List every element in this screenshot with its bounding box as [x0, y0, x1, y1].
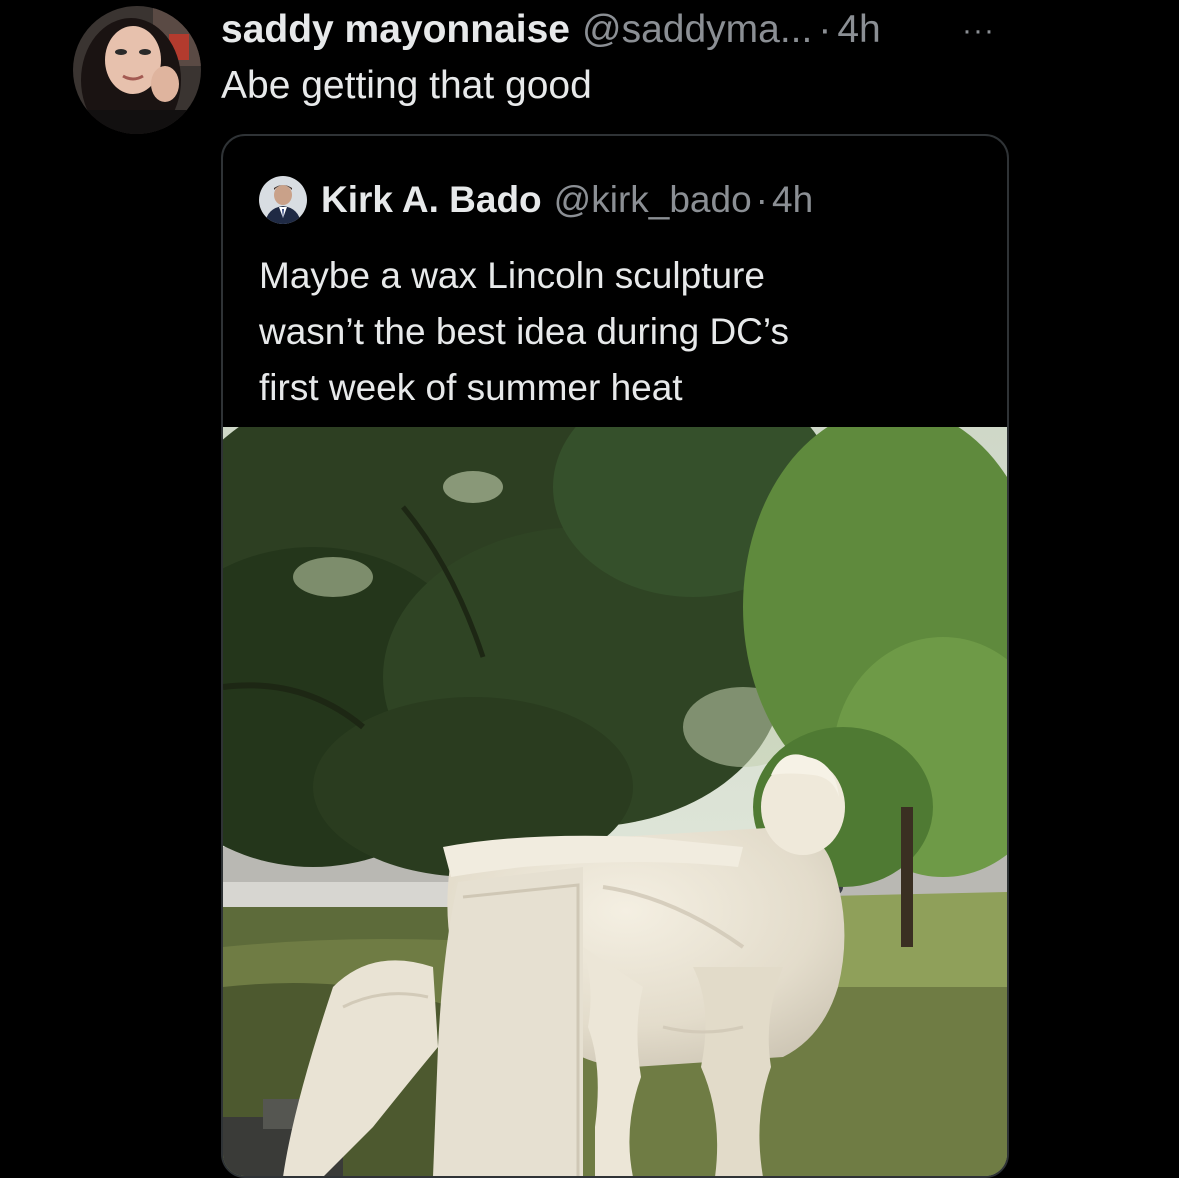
quoted-author-handle[interactable]: @kirk_bado: [554, 179, 752, 221]
tweet-text: Abe getting that good: [221, 64, 592, 107]
author-display-name[interactable]: saddy mayonnaise: [221, 6, 570, 54]
quoted-tweet-header: Kirk A. Bado @kirk_bado · 4h: [259, 174, 813, 226]
quoted-author-avatar[interactable]: [259, 176, 307, 224]
quoted-tweet-card[interactable]: Kirk A. Bado @kirk_bado · 4h Maybe a wax…: [221, 134, 1009, 1178]
quoted-tweet-text: Maybe a wax Lincoln sculpture wasn’t the…: [259, 248, 979, 416]
quoted-separator-dot: ·: [755, 179, 768, 220]
quoted-text-line: wasn’t the best idea during DC’s: [259, 311, 789, 352]
author-avatar[interactable]: [73, 6, 201, 134]
quoted-tweet-timestamp[interactable]: 4h: [772, 179, 813, 221]
quoted-tweet-photo[interactable]: [223, 427, 1007, 1176]
more-horizontal-icon[interactable]: ···: [962, 14, 995, 48]
tweet-timestamp[interactable]: 4h: [837, 6, 880, 54]
quoted-text-line: Maybe a wax Lincoln sculpture: [259, 255, 765, 296]
separator-dot: ·: [818, 8, 832, 51]
quoted-author-display-name[interactable]: Kirk A. Bado: [321, 179, 542, 221]
tweet-header: saddy mayonnaise @saddyma... · 4h: [221, 6, 881, 54]
quoted-text-line: first week of summer heat: [259, 367, 683, 408]
author-handle[interactable]: @saddyma...: [582, 6, 812, 54]
